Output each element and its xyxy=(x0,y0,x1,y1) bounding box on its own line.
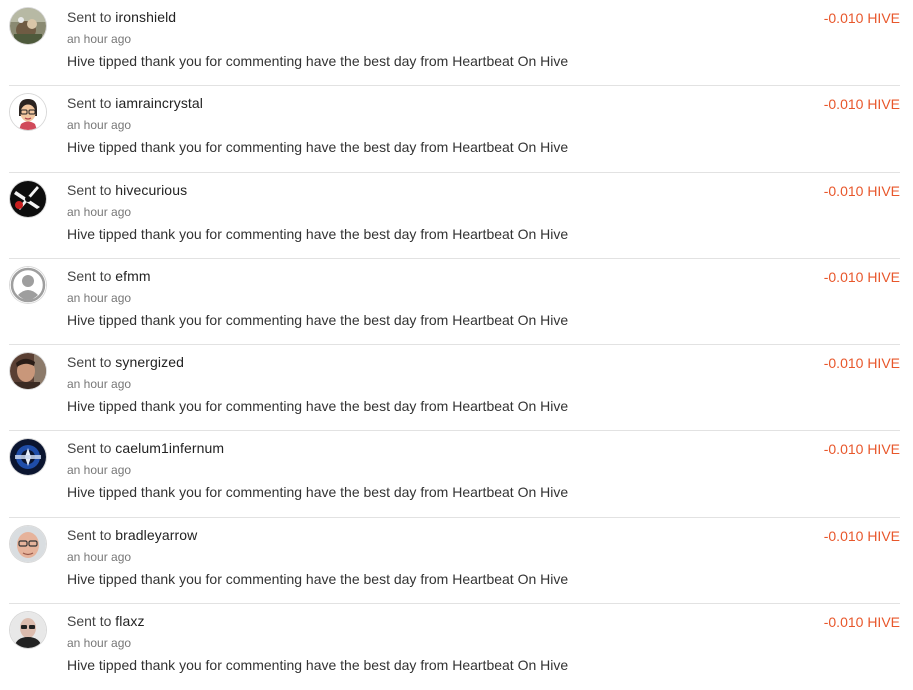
sent-prefix: Sent to xyxy=(67,9,112,25)
transfer-row: Sent to efmm an hour ago Hive tipped tha… xyxy=(9,259,900,346)
transfer-row: Sent to caelum1infernum an hour ago Hive… xyxy=(9,431,900,518)
recipient-line: Sent to ironshield xyxy=(67,8,176,26)
transfer-memo: Hive tipped thank you for commenting hav… xyxy=(67,657,569,674)
recipient-username[interactable]: iamraincrystal xyxy=(115,95,203,111)
transfer-row: Sent to iamraincrystal an hour ago Hive … xyxy=(9,86,900,173)
recipient-line: Sent to caelum1infernum xyxy=(67,439,224,457)
transfer-timestamp: an hour ago xyxy=(67,32,132,46)
transfer-row: Sent to ironshield an hour ago Hive tipp… xyxy=(9,0,900,87)
sent-prefix: Sent to xyxy=(67,440,112,457)
sent-prefix: Sent to xyxy=(67,267,112,284)
transfer-amount: -0.010 HIVE xyxy=(823,614,900,631)
recipient-username[interactable]: synergized xyxy=(115,354,184,370)
avatar-hivecurious-logo[interactable] xyxy=(10,180,46,217)
transfer-row: Sent to flaxz an hour ago Hive tipped th… xyxy=(9,604,900,690)
recipient-line: Sent to efmm xyxy=(67,267,151,285)
transfer-memo: Hive tipped thank you for commenting hav… xyxy=(67,570,569,587)
transfer-amount: -0.010 HIVE xyxy=(823,355,900,372)
avatar-caelum1infernum-emblem[interactable] xyxy=(10,439,46,476)
sent-prefix: Sent to xyxy=(67,613,112,630)
recipient-line: Sent to flaxz xyxy=(67,612,145,630)
transfer-memo: Hive tipped thank you for commenting hav… xyxy=(67,398,569,415)
recipient-line: Sent to synergized xyxy=(67,353,184,371)
transfer-row: Sent to bradleyarrow an hour ago Hive ti… xyxy=(9,518,900,605)
transfer-timestamp: an hour ago xyxy=(67,290,132,305)
transfer-amount: -0.010 HIVE xyxy=(823,10,900,26)
transfer-memo: Hive tipped thank you for commenting hav… xyxy=(67,53,569,69)
avatar-synergized-photo[interactable] xyxy=(10,353,46,390)
avatar-bradleyarrow-photo[interactable] xyxy=(10,525,46,562)
transfer-history-list: Sent to ironshield an hour ago Hive tipp… xyxy=(0,0,913,690)
transfer-timestamp: an hour ago xyxy=(67,636,132,651)
transfer-memo: Hive tipped thank you for commenting hav… xyxy=(67,484,569,501)
recipient-username[interactable]: flaxz xyxy=(115,613,144,629)
transfer-row: Sent to hivecurious an hour ago Hive tip… xyxy=(9,173,900,259)
transfer-amount: -0.010 HIVE xyxy=(823,527,900,544)
transfer-memo: Hive tipped thank you for commenting hav… xyxy=(67,225,569,242)
transfer-timestamp: an hour ago xyxy=(67,118,132,133)
default-user-icon[interactable] xyxy=(10,266,46,303)
recipient-username[interactable]: hivecurious xyxy=(115,182,187,198)
transfer-memo: Hive tipped thank you for commenting hav… xyxy=(67,139,569,156)
recipient-username[interactable]: ironshield xyxy=(115,9,176,25)
transfer-timestamp: an hour ago xyxy=(67,377,132,392)
avatar-iamraincrystal-cartoon[interactable] xyxy=(10,94,46,131)
transfer-timestamp: an hour ago xyxy=(67,549,132,564)
sent-prefix: Sent to xyxy=(67,526,112,543)
transfer-amount: -0.010 HIVE xyxy=(823,441,900,458)
transfer-amount: -0.010 HIVE xyxy=(823,96,900,113)
recipient-line: Sent to bradleyarrow xyxy=(67,526,197,544)
transfer-timestamp: an hour ago xyxy=(67,463,132,478)
recipient-username[interactable]: efmm xyxy=(115,268,150,284)
avatar-flaxz-photo[interactable] xyxy=(10,612,46,649)
recipient-line: Sent to hivecurious xyxy=(67,181,187,199)
sent-prefix: Sent to xyxy=(67,354,112,371)
recipient-line: Sent to iamraincrystal xyxy=(67,94,203,112)
transfer-amount: -0.010 HIVE xyxy=(823,268,900,285)
recipient-username[interactable]: bradleyarrow xyxy=(115,527,197,543)
transfer-timestamp: an hour ago xyxy=(67,204,132,219)
transfer-row: Sent to synergized an hour ago Hive tipp… xyxy=(9,345,900,432)
transfer-memo: Hive tipped thank you for commenting hav… xyxy=(67,311,569,328)
sent-prefix: Sent to xyxy=(67,181,112,198)
recipient-username[interactable]: caelum1infernum xyxy=(115,440,224,456)
sent-prefix: Sent to xyxy=(67,95,112,112)
avatar-ironshield-photo[interactable] xyxy=(10,8,46,44)
transfer-amount: -0.010 HIVE xyxy=(823,182,900,199)
